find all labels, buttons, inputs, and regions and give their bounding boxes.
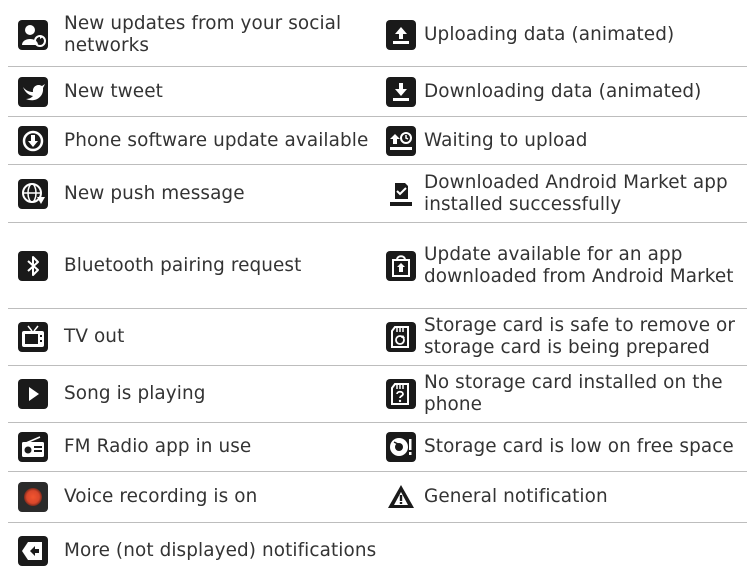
market-update-icon (386, 250, 416, 281)
table-cell: New tweet (8, 67, 380, 116)
row-label: Storage card is safe to remove or storag… (424, 315, 736, 358)
table-row: Bluetooth pairing request Update availab… (8, 223, 747, 309)
storage-safe-icon (386, 322, 416, 352)
table-cell: Bluetooth pairing request (8, 223, 380, 308)
table-cell: New push message (8, 165, 380, 222)
upload-icon (386, 20, 416, 50)
no-storage-icon (386, 379, 416, 409)
storage-low-icon (386, 432, 416, 462)
row-label: Phone software update available (64, 129, 369, 151)
row-label: Downloading data (animated) (424, 80, 702, 102)
table-row: More (not displayed) notifications (8, 523, 747, 579)
row-label: Voice recording is on (64, 486, 258, 507)
row-label: Update available for an app downloaded f… (424, 243, 734, 287)
table-row: Voice recording is on General notificati… (8, 472, 747, 523)
table-row: TV out Storage card is safe to remove or… (8, 309, 747, 366)
row-label: Downloaded Android Market app installed … (424, 171, 728, 215)
row-label: Waiting to upload (424, 129, 588, 151)
market-installed-icon (386, 178, 416, 209)
more-notifications-icon (18, 536, 48, 566)
software-update-icon (18, 125, 48, 156)
table-row: Song is playing No storage card installe… (8, 366, 747, 423)
table-cell: New updates from your social networks (8, 4, 380, 66)
row-label: More (not displayed) notifications (64, 540, 377, 561)
table-cell: Uploading data (animated) (380, 4, 747, 66)
table-row: New tweet Downloading data (animated) (8, 67, 747, 117)
row-label: General notification (424, 486, 608, 507)
table-cell: Downloaded Android Market app installed … (380, 165, 747, 222)
table-row: FM Radio app in use Storage card is low … (8, 423, 747, 472)
table-cell: Downloading data (animated) (380, 67, 747, 116)
fm-radio-icon (18, 432, 48, 462)
table-cell: General notification (380, 472, 747, 522)
row-label: New updates from your social networks (64, 13, 342, 56)
table-cell: Storage card is safe to remove or storag… (380, 309, 747, 365)
table-cell: No storage card installed on the phone (380, 366, 747, 422)
row-label: No storage card installed on the phone (424, 372, 723, 415)
table-row: Phone software update available Waiting … (8, 117, 747, 165)
row-label: Uploading data (animated) (424, 24, 675, 45)
row-label: Bluetooth pairing request (64, 254, 302, 276)
table-cell: Waiting to upload (380, 117, 747, 164)
notification-icons-table: New updates from your social networks Up… (8, 4, 747, 579)
voice-recording-icon (18, 482, 48, 512)
row-label: TV out (64, 326, 125, 347)
bluetooth-icon (18, 250, 48, 281)
table-cell: Update available for an app downloaded f… (380, 223, 747, 308)
table-row: New push message Downloaded Android Mark… (8, 165, 747, 223)
tv-out-icon (18, 322, 48, 352)
row-label: New tweet (64, 80, 163, 102)
table-cell: Song is playing (8, 366, 380, 422)
table-row: New updates from your social networks Up… (8, 4, 747, 67)
download-icon (386, 76, 416, 107)
tweet-bird-icon (18, 76, 48, 107)
table-cell: Voice recording is on (8, 472, 380, 522)
general-notification-icon (386, 482, 416, 512)
row-label: New push message (64, 182, 245, 204)
social-update-icon (18, 20, 48, 50)
row-label: FM Radio app in use (64, 436, 252, 457)
row-label: Storage card is low on free space (424, 436, 734, 457)
table-cell: More (not displayed) notifications (8, 523, 747, 579)
table-cell: Storage card is low on free space (380, 423, 747, 471)
table-cell: Phone software update available (8, 117, 380, 164)
waiting-upload-icon (386, 125, 416, 156)
song-playing-icon (18, 379, 48, 409)
push-message-icon (18, 178, 48, 209)
table-cell: TV out (8, 309, 380, 365)
table-cell: FM Radio app in use (8, 423, 380, 471)
row-label: Song is playing (64, 383, 206, 404)
